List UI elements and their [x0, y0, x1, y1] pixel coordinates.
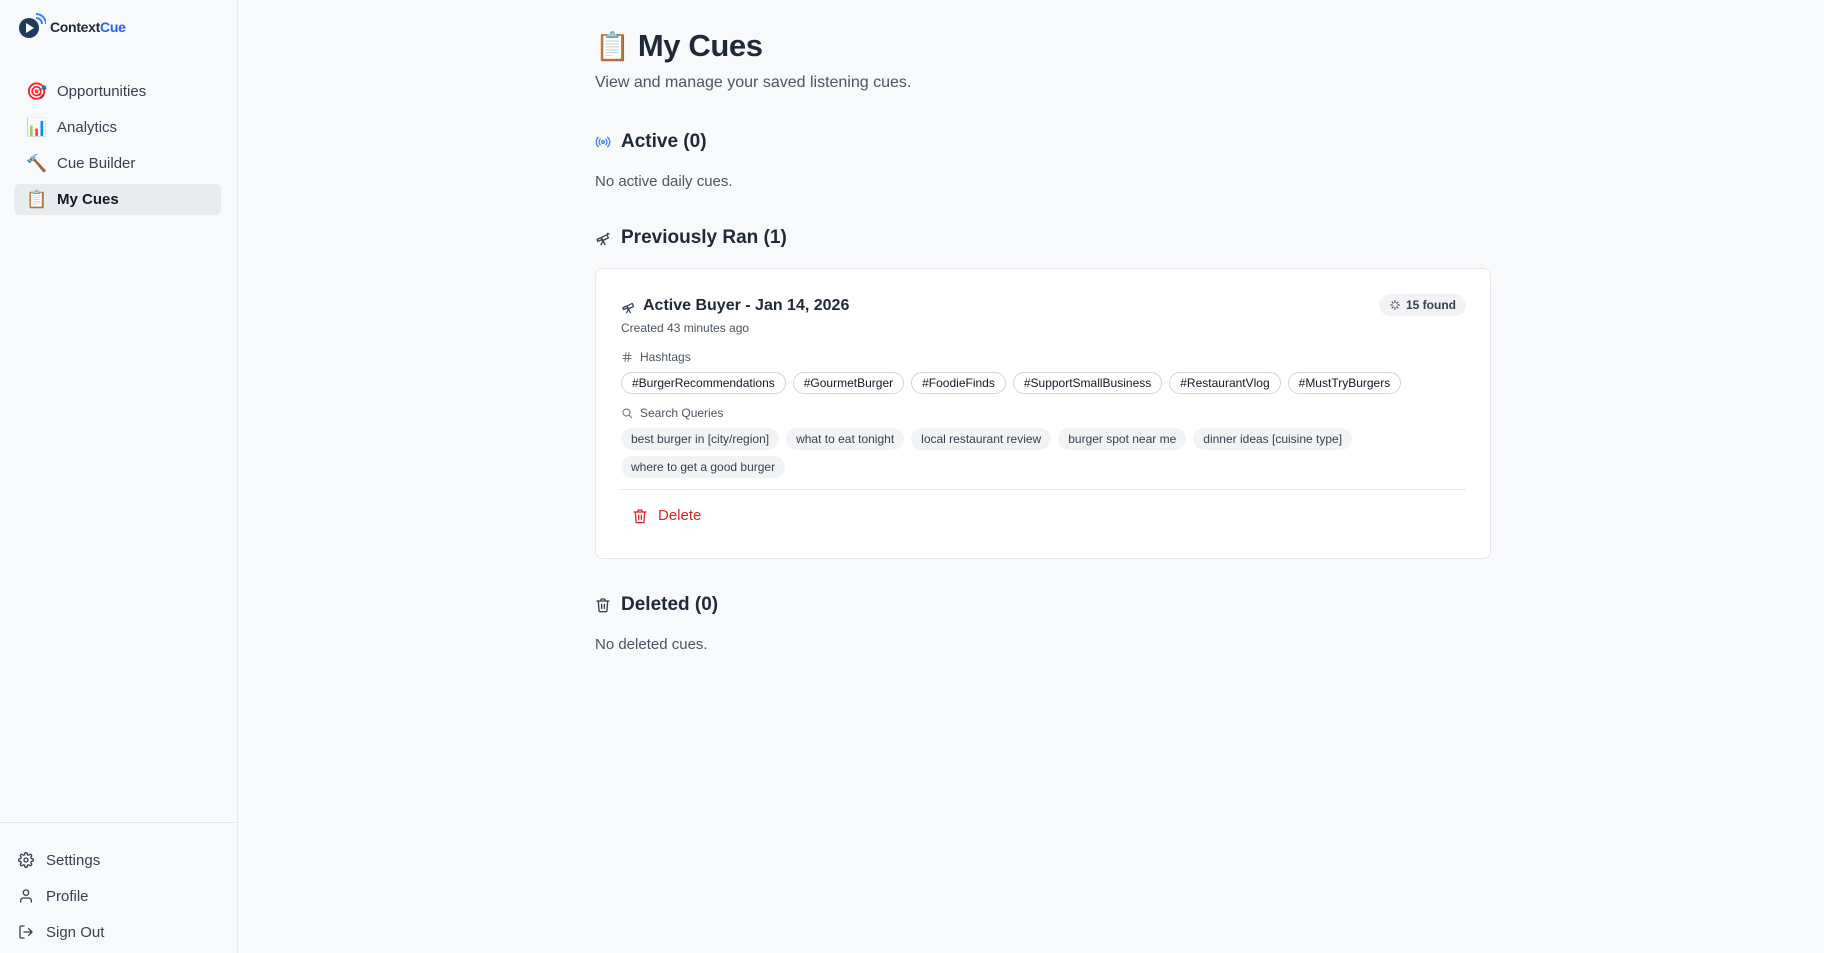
hashtags-label-text: Hashtags	[640, 350, 691, 364]
sidebar-item-opportunities[interactable]: 🎯 Opportunities	[14, 76, 221, 107]
sidebar-footer: Settings Profile Sign Out	[0, 822, 237, 950]
hashtag-chip[interactable]: #SupportSmallBusiness	[1012, 372, 1163, 394]
query-list-row-2: where to get a good burger	[621, 456, 786, 478]
trash-icon	[633, 508, 647, 523]
sign-out-icon	[19, 925, 33, 939]
logo-text: ContextCue	[50, 19, 126, 35]
sign-out-label: Sign Out	[46, 923, 105, 941]
telescope-icon	[622, 302, 635, 313]
card-divider	[621, 489, 1466, 490]
profile-label: Profile	[46, 887, 89, 905]
cue-card[interactable]: Active Buyer - Jan 14, 2026 15 found Cre…	[595, 268, 1491, 559]
user-icon	[20, 889, 32, 903]
sign-out-button[interactable]: Sign Out	[0, 914, 237, 950]
active-section-header: Active (0)	[595, 131, 707, 153]
delete-label: Delete	[658, 507, 702, 524]
hashtag-chip[interactable]: #FoodieFinds	[911, 372, 1006, 394]
sidebar-item-label: Cue Builder	[57, 155, 136, 172]
query-chip[interactable]: where to get a good burger	[621, 456, 786, 478]
sidebar-item-label: Analytics	[57, 119, 118, 136]
page-title: My Cues	[637, 28, 763, 63]
hashtag-chip[interactable]: #BurgerRecommendations	[621, 372, 786, 394]
query-chip[interactable]: best burger in [city/region]	[621, 428, 780, 450]
clipboard-icon: 📋	[595, 30, 630, 62]
sidebar-item-cue-builder[interactable]: 🔨 Cue Builder	[14, 148, 221, 179]
search-queries-label: Search Queries	[621, 406, 723, 420]
sidebar-item-label: My Cues	[57, 191, 119, 208]
deleted-empty-text: No deleted cues.	[595, 636, 708, 653]
profile-button[interactable]: Profile	[0, 878, 237, 914]
app-logo[interactable]: ContextCue	[18, 13, 126, 41]
settings-button[interactable]: Settings	[0, 842, 237, 878]
sidebar-item-my-cues[interactable]: 📋 My Cues	[14, 184, 221, 215]
cue-title: Active Buyer - Jan 14, 2026	[643, 297, 850, 314]
hashtag-list: #BurgerRecommendations #GourmetBurger #F…	[621, 372, 1402, 394]
query-chip[interactable]: what to eat tonight	[786, 428, 905, 450]
settings-label: Settings	[46, 851, 101, 869]
sparkle-icon	[1390, 300, 1400, 310]
search-icon	[622, 408, 632, 418]
hashtag-chip[interactable]: #MustTryBurgers	[1287, 372, 1402, 394]
found-badge: 15 found	[1379, 294, 1466, 316]
created-timestamp: Created 43 minutes ago	[621, 321, 750, 335]
sidebar-nav: 🎯 Opportunities 📊 Analytics 🔨 Cue Builde…	[14, 76, 221, 220]
search-queries-label-text: Search Queries	[640, 406, 724, 420]
query-chip[interactable]: local restaurant review	[911, 428, 1052, 450]
clipboard-icon: 📋	[26, 189, 48, 209]
sidebar-item-analytics[interactable]: 📊 Analytics	[14, 112, 221, 143]
deleted-section-header: Deleted (0)	[595, 594, 718, 616]
bar-chart-icon: 📊	[26, 117, 48, 137]
query-chip[interactable]: burger spot near me	[1058, 428, 1187, 450]
trash-icon	[596, 598, 610, 613]
radio-signal-icon	[595, 136, 611, 148]
hashtag-chip[interactable]: #RestaurantVlog	[1169, 372, 1281, 394]
gear-icon	[18, 852, 34, 868]
previous-section-header: Previously Ran (1)	[595, 227, 787, 249]
hammer-icon: 🔨	[26, 153, 48, 173]
target-icon: 🎯	[26, 81, 48, 101]
query-chip[interactable]: dinner ideas [cuisine type]	[1193, 428, 1353, 450]
found-count: 15 found	[1406, 298, 1456, 312]
delete-button[interactable]: Delete	[632, 507, 701, 524]
page-subtitle: View and manage your saved listening cue…	[595, 74, 912, 91]
hash-icon	[622, 352, 632, 362]
active-empty-text: No active daily cues.	[595, 173, 733, 190]
hashtag-chip[interactable]: #GourmetBurger	[792, 372, 905, 394]
sidebar-item-label: Opportunities	[57, 83, 147, 100]
active-section-title: Active (0)	[621, 131, 707, 152]
hashtags-label: Hashtags	[621, 350, 691, 364]
telescope-icon	[596, 232, 610, 246]
logo-icon	[18, 13, 47, 41]
cue-card-header: Active Buyer - Jan 14, 2026	[621, 297, 849, 315]
deleted-section-title: Deleted (0)	[621, 594, 719, 615]
page-header: 📋 My Cues	[595, 28, 763, 64]
previous-section-title: Previously Ran (1)	[621, 227, 787, 248]
query-list-row-1: best burger in [city/region] what to eat…	[621, 428, 1353, 450]
sidebar: ContextCue 🎯 Opportunities 📊 Analytics 🔨…	[0, 0, 238, 953]
